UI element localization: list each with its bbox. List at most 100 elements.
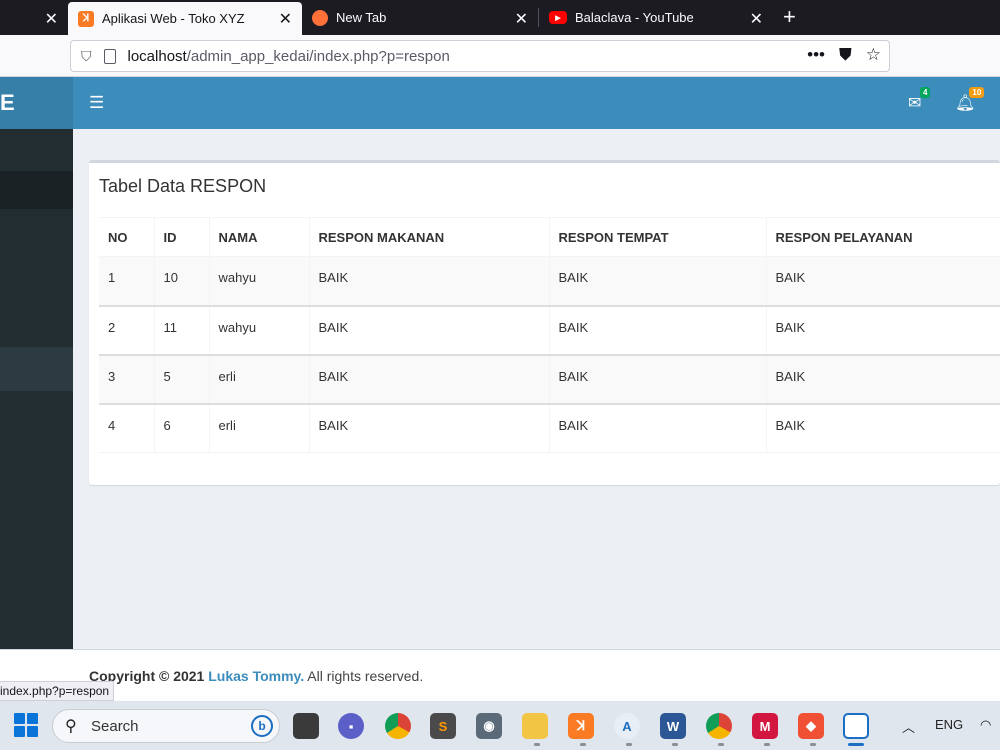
bookmark-star-icon[interactable]: ☆ [866,45,881,65]
table-cell: BAIK [765,304,1000,355]
column-header: NAMA [208,217,309,257]
table-cell: wahyu [208,256,309,306]
table-cell: erli [208,353,309,404]
table-cell: BAIK [308,256,549,306]
tab-title: Balaclava - YouTube [575,10,694,25]
table-cell: 4 [99,402,154,453]
table-cell: BAIK [308,353,549,404]
firefox-favicon-icon [312,9,328,26]
browser-nav-bar: ⛉ localhost/admin_app_kedai/index.php?p=… [0,35,1000,77]
close-tab-icon[interactable]: ✕ [279,9,292,29]
table-cell: BAIK [765,353,1000,404]
browser-tab-active[interactable]: ꓘ Aplikasi Web - Toko XYZ ✕ [68,2,302,35]
task-view-icon[interactable] [293,713,319,739]
running-indicator [626,743,632,746]
word-icon[interactable]: W [660,713,686,739]
firefox-active-icon[interactable] [843,713,869,739]
table-cell: 6 [153,402,209,453]
bell-icon[interactable]: 🔔︎ 10 [955,87,985,113]
shield-icon[interactable]: ⛉ [81,48,92,65]
app-store-icon[interactable]: A [614,713,640,739]
chrome-icon[interactable] [385,713,411,739]
new-tab-icon[interactable]: + [773,0,806,35]
url-host: localhost [127,47,187,65]
table-cell: BAIK [308,402,549,453]
wifi-icon[interactable]: ◠ [980,717,991,733]
table-cell: 2 [99,304,154,355]
table-cell: BAIK [548,304,766,355]
language-indicator[interactable]: ENG [935,717,963,732]
browser-tab-youtube[interactable]: ▶ Balaclava - YouTube ✕ [539,0,773,35]
search-icon: ⚲ [65,718,77,735]
running-indicator [672,743,678,746]
table-row: 1 10 wahyu BAIK BAIK BAIK [99,256,1000,306]
file-explorer-icon[interactable] [522,713,548,739]
camera-icon[interactable]: ◉ [476,713,502,739]
sidebar [0,129,73,649]
close-tab-icon[interactable]: ✕ [515,9,528,29]
mail-badge: 4 [919,87,931,98]
browser-tab-bar: ✕ ꓘ Aplikasi Web - Toko XYZ ✕ New Tab ✕ … [0,0,1000,35]
table-cell: BAIK [548,402,766,453]
url-path: /admin_app_kedai/index.php?p=respon [186,47,450,65]
column-header: ID [153,217,209,257]
respon-table: NO ID NAMA RESPON MAKANAN RESPON TEMPAT … [99,217,1000,453]
table-cell: 1 [99,256,154,306]
chat-icon[interactable]: ▪ [338,713,364,739]
app-logo[interactable]: E [0,77,73,129]
table-cell: BAIK [548,353,766,404]
copyright-text: Copyright © 2021 Lukas Tommy. All rights… [89,668,423,684]
app-header: ☰ ✉ 4 🔔︎ 10 [73,77,1000,129]
box-title: Tabel Data RESPON [99,176,267,196]
bing-icon[interactable]: b [251,715,273,737]
sidebar-toggle-icon[interactable]: ☰ [89,93,104,113]
table-row: 2 11 wahyu BAIK BAIK BAIK [99,304,1000,355]
table-cell: 10 [153,256,209,306]
status-url: index.php?p=respon [0,681,115,701]
column-header: RESPON MAKANAN [308,217,549,257]
table-cell: 5 [153,353,209,404]
table-row: 4 6 erli BAIK BAIK BAIK [99,402,1000,453]
table-row: 3 5 erli BAIK BAIK BAIK [99,353,1000,404]
running-indicator [810,743,816,746]
youtube-favicon-icon: ▶ [549,11,567,24]
mirror-app-icon[interactable]: M [752,713,778,739]
sidebar-item-hover[interactable] [0,347,73,391]
page-icon [103,48,116,64]
table-header-row: NO ID NAMA RESPON MAKANAN RESPON TEMPAT … [99,217,1000,257]
xampp-favicon-icon: ꓘ [78,10,94,27]
bell-badge: 10 [969,87,985,98]
active-indicator [848,743,864,746]
url-bar[interactable]: ⛉ localhost/admin_app_kedai/index.php?p=… [70,40,890,72]
pocket-icon[interactable]: ⛊ [839,45,852,65]
page-footer: Copyright © 2021 Lukas Tommy. All rights… [0,649,1000,701]
taskbar-search[interactable]: ⚲ Search b [52,709,280,743]
windows-start-icon[interactable] [14,713,38,737]
close-tab-icon[interactable]: ✕ [750,9,763,29]
running-indicator [764,743,770,746]
more-actions-icon[interactable]: ••• [807,45,825,65]
close-tab-icon[interactable]: ✕ [45,9,58,29]
browser-tab-new-tab[interactable]: New Tab ✕ [302,0,538,35]
running-indicator [534,743,540,746]
tab-title: Aplikasi Web - Toko XYZ [102,11,245,26]
running-indicator [718,743,724,746]
table-cell: erli [208,402,309,453]
table-cell: BAIK [765,256,1000,306]
git-icon[interactable]: ◆ [798,713,824,739]
search-label: Search [91,718,139,735]
column-header: RESPON TEMPAT [548,217,766,257]
chevron-up-icon[interactable]: ︿ [902,717,915,736]
mail-icon[interactable]: ✉ 4 [908,87,931,113]
browser-tab-hidden[interactable]: ✕ [0,0,68,35]
column-header: RESPON PELAYANAN [765,217,1000,257]
chrome-profile-icon[interactable] [706,713,732,739]
xampp-icon[interactable]: ꓘ [568,713,594,739]
taskbar: ⚲ Search b ▪ S ◉ ꓘ A W M ◆ ︿ ENG ◠ [0,701,1000,750]
sublime-text-icon[interactable]: S [430,713,456,739]
copyright-suffix: All rights reserved. [304,668,424,684]
table-cell: BAIK [308,304,549,355]
table-cell: 11 [153,304,209,355]
author-link[interactable]: Lukas Tommy. [208,668,304,684]
sidebar-item-active[interactable] [0,171,73,209]
